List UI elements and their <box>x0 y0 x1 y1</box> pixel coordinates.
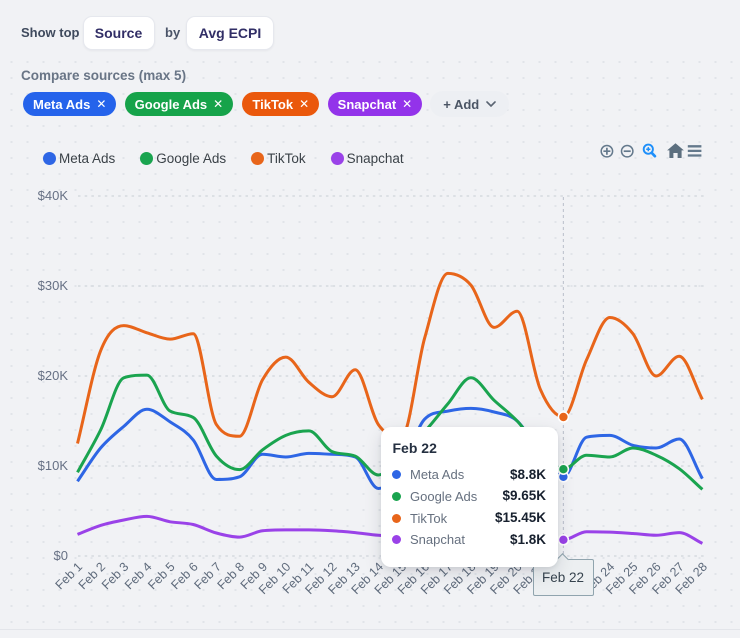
svg-text:$30K: $30K <box>38 278 69 293</box>
svg-text:$0: $0 <box>54 548 68 563</box>
svg-text:$20K: $20K <box>38 368 69 383</box>
svg-text:$10K: $10K <box>38 458 69 473</box>
svg-text:$40K: $40K <box>38 188 69 203</box>
